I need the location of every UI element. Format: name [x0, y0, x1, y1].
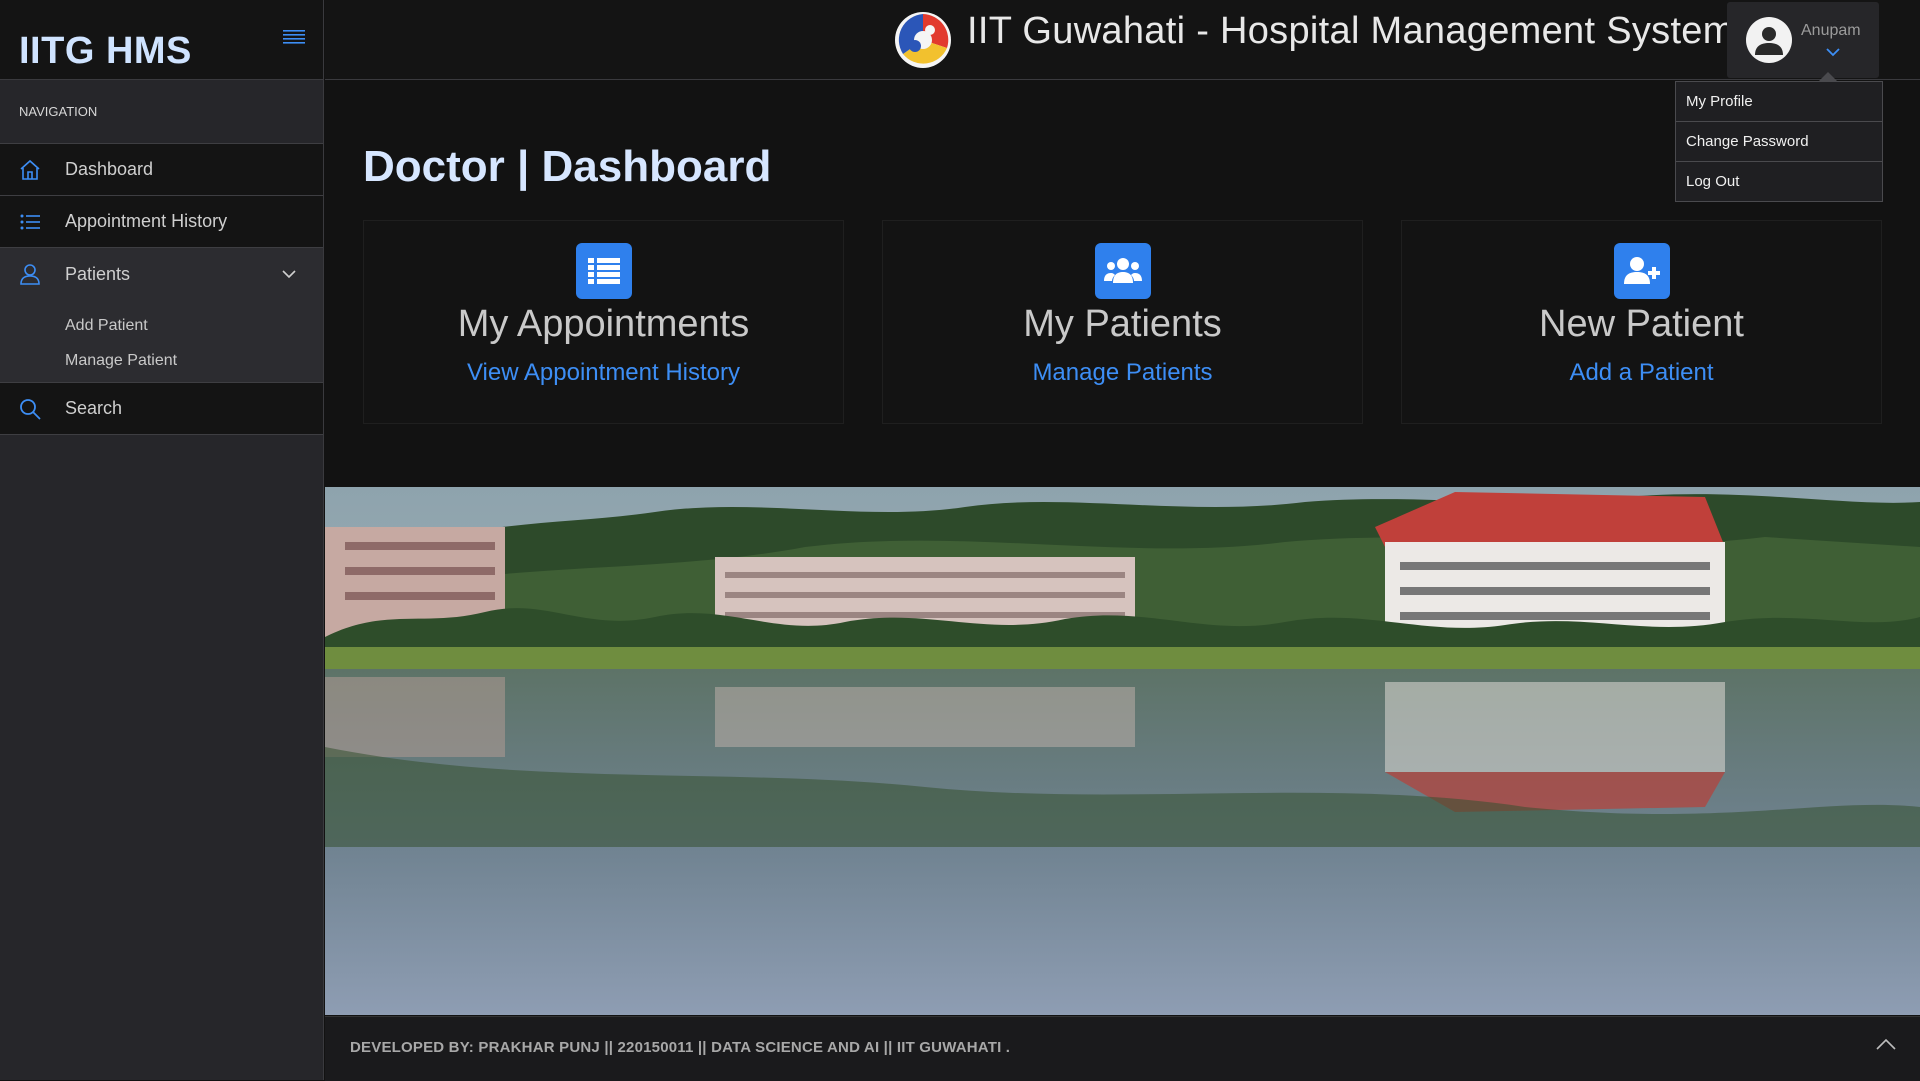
user-menu-toggle[interactable]: Anupam	[1727, 2, 1879, 78]
nav-heading: NAVIGATION	[0, 80, 323, 144]
add-a-patient-link[interactable]: Add a Patient	[1402, 359, 1881, 387]
users-icon	[1103, 258, 1142, 283]
avatar-user-icon	[1755, 27, 1783, 55]
user-plus-icon	[1623, 257, 1660, 284]
card-icon-wrapper	[1094, 243, 1151, 299]
menu-toggle-icon[interactable]	[282, 28, 306, 48]
menu-item-my-profile[interactable]: My Profile	[1676, 82, 1882, 122]
sidebar-item-label: Patients	[65, 263, 131, 284]
card-new-patient: New Patient Add a Patient	[1401, 220, 1882, 424]
card-title: New Patient	[1539, 303, 1744, 345]
card-icon-wrapper	[575, 243, 632, 299]
app-title: IIT Guwahati - Hospital Management Syste…	[967, 10, 1735, 52]
sidebar-subitem-manage-patient[interactable]: Manage Patient	[0, 343, 323, 378]
home-icon	[20, 159, 40, 180]
sidebar-item-label: Search	[65, 398, 123, 418]
sidebar-item-dashboard[interactable]: Dashboard	[0, 144, 323, 196]
list-icon	[20, 214, 40, 230]
footer-credits: DEVELOPED BY: PRAKHAR PUNJ || 220150011 …	[350, 1039, 1011, 1056]
sidebar: IITG HMS NAVIGATION Dashboard Appointmen…	[0, 0, 324, 1080]
sidebar-item-label: Dashboard	[65, 159, 154, 179]
sidebar-item-patients[interactable]: Patients	[0, 248, 323, 300]
campus-banner-image	[325, 487, 1920, 1015]
top-header: IIT Guwahati - Hospital Management Syste…	[325, 0, 1920, 80]
user-dropdown-menu: My Profile Change Password Log Out	[1675, 81, 1883, 202]
card-my-patients: My Patients Manage Patients	[882, 220, 1363, 424]
patients-submenu: Add Patient Manage Patient	[0, 300, 323, 383]
sidebar-subitem-add-patient[interactable]: Add Patient	[0, 308, 323, 343]
menu-item-change-password[interactable]: Change Password	[1676, 122, 1882, 162]
card-my-appointments: My Appointments View Appointment History	[363, 220, 844, 424]
chevron-down-icon[interactable]	[281, 266, 297, 282]
sidebar-item-label: Appointment History	[65, 211, 228, 231]
card-title: My Patients	[1023, 303, 1222, 345]
list-icon	[587, 258, 620, 284]
chevron-up-icon[interactable]	[1875, 1037, 1897, 1053]
footer: DEVELOPED BY: PRAKHAR PUNJ || 220150011 …	[325, 1016, 1920, 1081]
chevron-down-icon	[1826, 48, 1840, 57]
page-title: Doctor | Dashboard	[363, 142, 772, 191]
user-icon	[20, 264, 40, 285]
app-brand: IITG HMS	[19, 30, 192, 72]
sidebar-item-search[interactable]: Search	[0, 383, 323, 435]
avatar	[1746, 17, 1792, 63]
campus-lake-illustration	[325, 487, 1920, 1015]
sidebar-item-appointment-history[interactable]: Appointment History	[0, 196, 323, 248]
card-icon-wrapper	[1613, 243, 1670, 299]
dropdown-caret	[1818, 72, 1838, 82]
menu-item-log-out[interactable]: Log Out	[1676, 162, 1882, 201]
user-name: Anupam	[1801, 22, 1861, 39]
iitg-logo-icon	[895, 12, 951, 68]
search-icon	[20, 399, 41, 420]
card-title: My Appointments	[457, 303, 750, 345]
manage-patients-link[interactable]: Manage Patients	[883, 359, 1362, 387]
view-appointment-history-link[interactable]: View Appointment History	[364, 359, 843, 387]
sidebar-brand-bar: IITG HMS	[0, 0, 323, 80]
